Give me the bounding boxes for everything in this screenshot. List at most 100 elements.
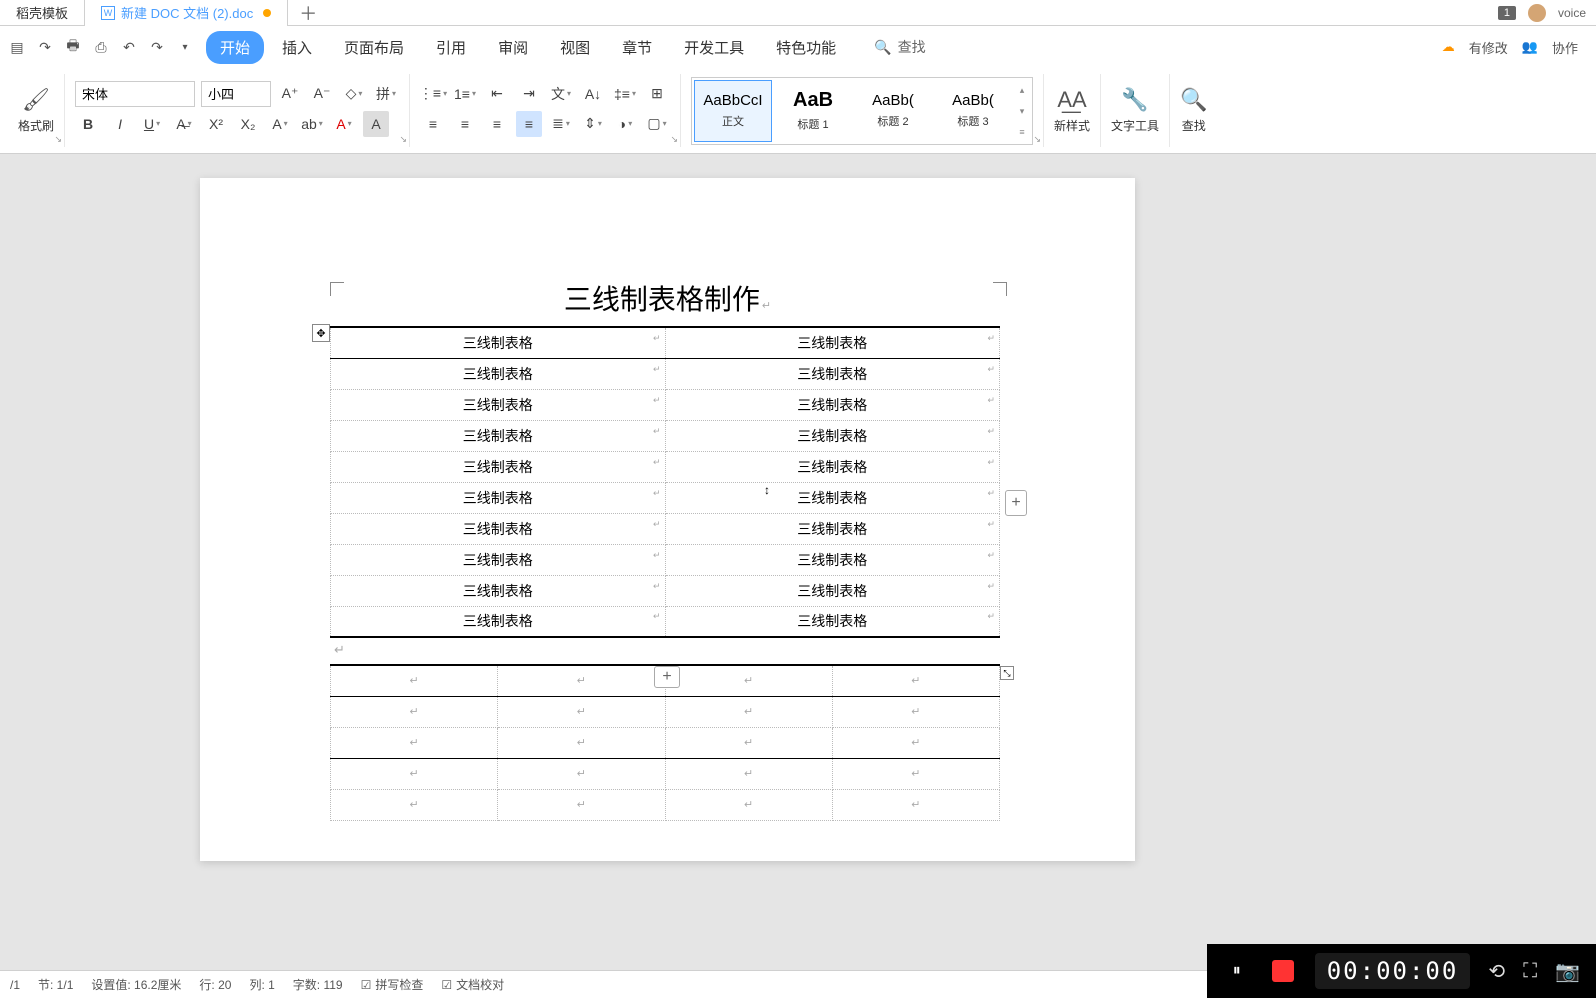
borders-button[interactable]: ▢ — [644, 111, 670, 137]
print-icon[interactable]: 🖶 — [64, 38, 82, 56]
strike-button[interactable]: A̶ — [171, 111, 197, 137]
table-row[interactable]: 三线制表格三线制表格 — [331, 606, 1000, 637]
table-cell[interactable]: ↵ — [331, 789, 498, 820]
table-row[interactable]: 三线制表格三线制表格 — [331, 544, 1000, 575]
font-launcher-icon[interactable]: ↘ — [399, 134, 407, 145]
table-cell[interactable]: 三线制表格 — [665, 544, 1000, 575]
numbering-button[interactable]: 1≡ — [452, 81, 478, 107]
italic-button[interactable]: I — [107, 111, 133, 137]
underline-button[interactable]: U — [139, 111, 165, 137]
table-row[interactable]: ↵↵↵↵ — [331, 727, 1000, 758]
shading-button[interactable]: ◑ — [612, 111, 638, 137]
paragraph-launcher-icon[interactable]: ↘ — [670, 134, 678, 145]
increase-indent-button[interactable]: ⇥ — [516, 81, 542, 107]
table-cell[interactable]: 三线制表格 — [665, 575, 1000, 606]
table-row[interactable]: 三线制表格三线制表格 — [331, 358, 1000, 389]
table-row[interactable]: ↵↵↵↵ — [331, 696, 1000, 727]
status-setting[interactable]: 设置值: 16.2厘米 — [91, 976, 181, 993]
menu-view[interactable]: 视图 — [546, 31, 604, 64]
table-row[interactable]: 三线制表格三线制表格 — [331, 451, 1000, 482]
new-style-button[interactable]: A͟A 新样式 — [1054, 87, 1090, 134]
highlight-button[interactable]: ab — [299, 111, 325, 137]
table-cell[interactable]: 三线制表格 — [331, 358, 666, 389]
menu-page-layout[interactable]: 页面布局 — [330, 31, 418, 64]
style-down-icon[interactable]: ▾ — [1014, 106, 1030, 117]
table-row[interactable]: 三线制表格三线制表格 — [331, 420, 1000, 451]
has-changes-label[interactable]: 有修改 — [1469, 38, 1508, 57]
table-cell[interactable]: ↵ — [665, 789, 832, 820]
qa-more-icon[interactable]: ▾ — [176, 38, 194, 56]
bullets-button[interactable]: ⋮≡ — [420, 81, 446, 107]
undo-icon[interactable]: ↶ — [120, 38, 138, 56]
table-cell[interactable]: 三线制表格 — [331, 420, 666, 451]
align-right-button[interactable]: ≡ — [484, 111, 510, 137]
table-cell[interactable]: ↵ — [665, 696, 832, 727]
collab-label[interactable]: 协作 — [1552, 38, 1578, 57]
table-row[interactable]: ↵↵↵↵ — [331, 789, 1000, 820]
decrease-indent-button[interactable]: ⇤ — [484, 81, 510, 107]
style-heading3[interactable]: AaBb( 标题 3 — [934, 80, 1012, 142]
table-row[interactable]: 三线制表格三线制表格 — [331, 513, 1000, 544]
table-cell[interactable]: ↵ — [498, 789, 665, 820]
table-cell[interactable]: 三线制表格 — [331, 575, 666, 606]
table-cell[interactable]: ↵ — [665, 758, 832, 789]
status-spellcheck[interactable]: ☑ 拼写检查 — [361, 976, 424, 993]
status-row[interactable]: 行: 20 — [199, 976, 231, 993]
document-page[interactable]: ✥ 三线制表格制作 三线制表格三线制表格三线制表格三线制表格三线制表格三线制表格… — [200, 178, 1135, 861]
distribute-button[interactable]: ≣ — [548, 111, 574, 137]
menu-devtools[interactable]: 开发工具 — [670, 31, 758, 64]
tab-template[interactable]: 稻壳模板 — [0, 0, 85, 26]
table-row[interactable]: ↵↵↵↵ — [331, 665, 1000, 696]
table-cell[interactable]: ↵ — [832, 789, 999, 820]
table-cell[interactable]: 三线制表格 — [665, 420, 1000, 451]
cloud-icon[interactable]: ☁ — [1442, 39, 1455, 55]
font-size-select[interactable] — [201, 81, 271, 107]
table-row[interactable]: 三线制表格三线制表格 — [331, 575, 1000, 606]
table-cell[interactable]: 三线制表格 — [665, 606, 1000, 637]
table-cell[interactable]: ↵ — [832, 665, 999, 696]
style-heading1[interactable]: AaB 标题 1 — [774, 80, 852, 142]
table-cell[interactable]: ↵ — [665, 665, 832, 696]
text-direction-button[interactable]: 文 — [548, 81, 574, 107]
spacing-button[interactable]: ⇕ — [580, 111, 606, 137]
subscript-button[interactable]: X₂ — [235, 111, 261, 137]
search-box[interactable]: 🔍 查找 — [874, 37, 925, 57]
increase-font-button[interactable]: A⁺ — [277, 81, 303, 107]
user-avatar[interactable] — [1528, 4, 1546, 22]
table-cell[interactable]: ↵ — [665, 727, 832, 758]
notification-badge[interactable]: 1 — [1498, 6, 1516, 20]
table-cell[interactable]: ↵ — [498, 727, 665, 758]
table-cell[interactable]: 三线制表格 — [331, 482, 666, 513]
preview-icon[interactable]: ⎙ — [92, 38, 110, 56]
table-row[interactable]: 三线制表格三线制表格 — [331, 327, 1000, 358]
table-cell[interactable]: ↵ — [498, 696, 665, 727]
fullscreen-icon[interactable]: ⛶ — [1523, 960, 1537, 983]
tab-document[interactable]: W 新建 DOC 文档 (2).doc — [85, 0, 288, 26]
table-cell[interactable]: 三线制表格 — [331, 327, 666, 358]
table-cell[interactable]: 三线制表格 — [331, 606, 666, 637]
status-section[interactable]: 节: 1/1 — [38, 976, 73, 993]
table-cell[interactable]: 三线制表格 — [331, 389, 666, 420]
three-line-table[interactable]: 三线制表格三线制表格三线制表格三线制表格三线制表格三线制表格三线制表格三线制表格… — [330, 326, 1000, 638]
pause-button[interactable]: ⏸ — [1223, 957, 1251, 985]
status-page[interactable]: /1 — [10, 978, 20, 992]
line-spacing-button[interactable]: ‡≡ — [612, 81, 638, 107]
table-cell[interactable]: 三线制表格 — [331, 513, 666, 544]
table-resize-handle[interactable]: ⤡ — [1000, 666, 1014, 680]
tab-add-button[interactable]: ＋ — [288, 0, 328, 26]
table-cell[interactable]: ↵ — [331, 758, 498, 789]
table-row[interactable]: 三线制表格三线制表格 — [331, 482, 1000, 513]
style-normal[interactable]: AaBbCcI 正文 — [694, 80, 772, 142]
font-color-button[interactable]: A — [331, 111, 357, 137]
format-painter-button[interactable]: 🖌 格式刷 — [18, 87, 54, 134]
table-cell[interactable]: 三线制表格 — [665, 327, 1000, 358]
redo-icon[interactable]: ↷ — [148, 38, 166, 56]
style-heading2[interactable]: AaBb( 标题 2 — [854, 80, 932, 142]
table-cell[interactable]: ↵ — [498, 758, 665, 789]
style-up-icon[interactable]: ▴ — [1014, 85, 1030, 96]
phonetic-button[interactable]: 拼 — [373, 81, 399, 107]
table-cell[interactable]: ↵ — [832, 758, 999, 789]
table-cell[interactable]: 三线制表格 — [665, 358, 1000, 389]
table-cell[interactable]: 三线制表格 — [665, 389, 1000, 420]
superscript-button[interactable]: X² — [203, 111, 229, 137]
